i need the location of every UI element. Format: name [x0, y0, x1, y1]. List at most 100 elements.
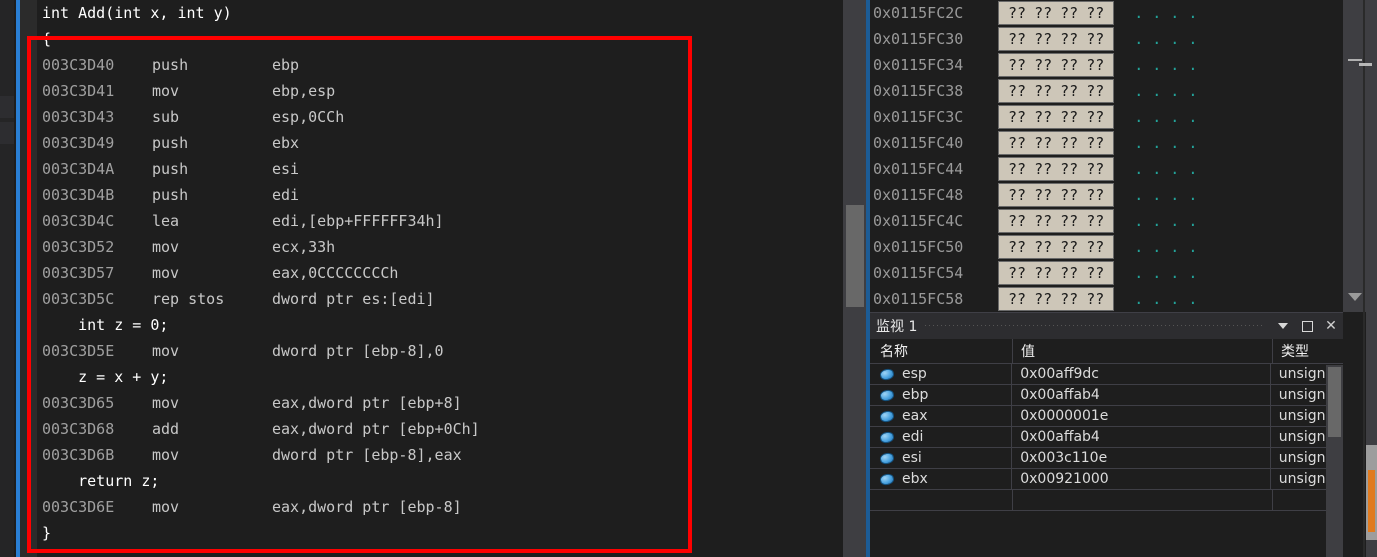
watch-value-cell[interactable]: 0x003c110e: [1012, 448, 1271, 468]
column-header-name[interactable]: 名称: [870, 339, 1013, 363]
asm-line[interactable]: 003C3D40 push ebp: [37, 52, 809, 78]
asm-line[interactable]: 003C3D57 mov eax,0CCCCCCCCh: [37, 260, 809, 286]
memory-byte[interactable]: ??: [1004, 210, 1030, 232]
memory-hex-bytes[interactable]: ????????: [998, 1, 1115, 25]
memory-hex-bytes[interactable]: ????????: [998, 157, 1115, 181]
memory-byte[interactable]: ??: [1004, 28, 1030, 50]
memory-row[interactable]: 0x0115FC34????????....: [870, 52, 1343, 78]
memory-hex-bytes[interactable]: ????????: [998, 131, 1115, 155]
disassembly-pane[interactable]: int Add(int x, int y){003C3D40 push ebp 003…: [0, 0, 843, 557]
memory-byte[interactable]: ??: [1004, 54, 1030, 76]
memory-row[interactable]: 0x0115FC3C????????....: [870, 104, 1343, 130]
watch-value-cell[interactable]: 0x00921000: [1012, 469, 1271, 489]
memory-byte[interactable]: ??: [1056, 54, 1082, 76]
disassembly-code-area[interactable]: int Add(int x, int y){003C3D40 push ebp 003…: [37, 0, 809, 557]
memory-byte[interactable]: ??: [1082, 210, 1108, 232]
memory-row[interactable]: 0x0115FC40????????....: [870, 130, 1343, 156]
memory-byte[interactable]: ??: [1056, 288, 1082, 310]
memory-byte[interactable]: ??: [1082, 106, 1108, 128]
memory-byte[interactable]: ??: [1082, 184, 1108, 206]
memory-byte[interactable]: ??: [1030, 210, 1056, 232]
source-line[interactable]: int Add(int x, int y): [37, 0, 809, 26]
watch-row[interactable]: esi 0x003c110e unsigned: [870, 448, 1343, 469]
memory-byte[interactable]: ??: [1030, 158, 1056, 180]
breakpoint-margin[interactable]: [20, 0, 37, 557]
memory-hex-bytes[interactable]: ????????: [998, 79, 1115, 103]
memory-hex-bytes[interactable]: ????????: [998, 287, 1115, 311]
source-line[interactable]: int z = 0;: [37, 312, 809, 338]
memory-byte[interactable]: ??: [1056, 210, 1082, 232]
column-header-type[interactable]: 类型: [1273, 339, 1343, 363]
source-line[interactable]: {: [37, 26, 809, 52]
memory-byte[interactable]: ??: [1004, 288, 1030, 310]
watch-titlebar[interactable]: 监视 1 ✕: [870, 313, 1343, 339]
memory-row[interactable]: 0x0115FC44????????....: [870, 156, 1343, 182]
memory-byte[interactable]: ??: [1056, 262, 1082, 284]
column-header-value[interactable]: 值: [1013, 339, 1273, 363]
watch-value-cell[interactable]: 0x00affab4: [1012, 385, 1271, 405]
asm-line[interactable]: 003C3D4B push edi: [37, 182, 809, 208]
memory-byte[interactable]: ??: [1056, 184, 1082, 206]
memory-byte[interactable]: ??: [1004, 184, 1030, 206]
memory-hex-bytes[interactable]: ????????: [998, 183, 1115, 207]
memory-byte[interactable]: ??: [1004, 80, 1030, 102]
memory-row[interactable]: 0x0115FC54????????....: [870, 260, 1343, 286]
watch-name-cell[interactable]: esi: [870, 448, 1013, 468]
source-line[interactable]: z = x + y;: [37, 364, 809, 390]
asm-line[interactable]: 003C3D6E mov eax,dword ptr [ebp-8]: [37, 494, 809, 520]
watch-panel[interactable]: 监视 1 ✕ 名称 值 类型 esp 0x00aff9dc unsigned ebp 0…: [870, 312, 1343, 557]
watch-row[interactable]: esp 0x00aff9dc unsigned: [870, 364, 1343, 385]
memory-byte[interactable]: ??: [1056, 236, 1082, 258]
memory-byte[interactable]: ??: [1004, 132, 1030, 154]
memory-byte[interactable]: ??: [1056, 80, 1082, 102]
watch-value-cell[interactable]: 0x00aff9dc: [1012, 364, 1271, 384]
source-line[interactable]: return z;: [37, 468, 809, 494]
memory-byte[interactable]: ??: [1030, 28, 1056, 50]
memory-row[interactable]: 0x0115FC58????????....: [870, 286, 1343, 312]
watch-row[interactable]: [870, 490, 1343, 511]
watch-row[interactable]: ebx 0x00921000 unsigned: [870, 469, 1343, 490]
disassembly-scrollbar-thumb[interactable]: [846, 205, 864, 307]
watch-row[interactable]: edi 0x00affab4 unsigned: [870, 427, 1343, 448]
memory-hex-bytes[interactable]: ????????: [998, 105, 1115, 129]
asm-line[interactable]: 003C3D5C rep stos dword ptr es:[edi]: [37, 286, 809, 312]
memory-row[interactable]: 0x0115FC38????????....: [870, 78, 1343, 104]
asm-line[interactable]: 003C3D52 mov ecx,33h: [37, 234, 809, 260]
memory-byte[interactable]: ??: [1056, 132, 1082, 154]
memory-byte[interactable]: ??: [1004, 262, 1030, 284]
memory-byte[interactable]: ??: [1082, 54, 1108, 76]
memory-byte[interactable]: ??: [1030, 132, 1056, 154]
memory-byte[interactable]: ??: [1004, 106, 1030, 128]
watch-name-cell[interactable]: eax: [870, 406, 1013, 426]
memory-byte[interactable]: ??: [1082, 132, 1108, 154]
memory-byte[interactable]: ??: [1030, 288, 1056, 310]
memory-row[interactable]: 0x0115FC2C????????....: [870, 0, 1343, 26]
disassembly-scrollbar[interactable]: [843, 0, 866, 557]
watch-scrollbar-thumb[interactable]: [1328, 367, 1341, 437]
watch-name-cell[interactable]: edi: [870, 427, 1013, 447]
memory-byte[interactable]: ??: [1056, 28, 1082, 50]
asm-line[interactable]: 003C3D6B mov dword ptr [ebp-8],eax: [37, 442, 809, 468]
memory-byte[interactable]: ??: [1082, 288, 1108, 310]
memory-pane[interactable]: 0x0115FC2C????????.... 0x0115FC30????????…: [870, 0, 1343, 312]
memory-byte[interactable]: ??: [1030, 184, 1056, 206]
memory-hex-bytes[interactable]: ????????: [998, 53, 1115, 77]
watch-name-cell[interactable]: ebx: [870, 469, 1013, 489]
watch-name-cell[interactable]: [870, 490, 1013, 510]
memory-byte[interactable]: ??: [1056, 106, 1082, 128]
memory-hex-bytes[interactable]: ????????: [998, 209, 1115, 233]
watch-rows-container[interactable]: esp 0x00aff9dc unsigned ebp 0x00affab4 unsign…: [870, 364, 1343, 511]
memory-byte[interactable]: ??: [1082, 28, 1108, 50]
watch-dropdown-button[interactable]: [1271, 314, 1295, 338]
watch-close-button[interactable]: ✕: [1319, 314, 1343, 338]
memory-row[interactable]: 0x0115FC4C????????....: [870, 208, 1343, 234]
source-line[interactable]: }: [37, 520, 809, 546]
watch-table[interactable]: 名称 值 类型 esp 0x00aff9dc unsigned ebp 0x00affa…: [870, 339, 1343, 557]
memory-row[interactable]: 0x0115FC30????????....: [870, 26, 1343, 52]
asm-line[interactable]: 003C3D49 push ebx: [37, 130, 809, 156]
watch-name-cell[interactable]: ebp: [870, 385, 1013, 405]
asm-line[interactable]: 003C3D5E mov dword ptr [ebp-8],0: [37, 338, 809, 364]
asm-line[interactable]: 003C3D4C lea edi,[ebp+FFFFFF34h]: [37, 208, 809, 234]
asm-line[interactable]: 003C3D43 sub esp,0CCh: [37, 104, 809, 130]
watch-maximize-button[interactable]: [1295, 314, 1319, 338]
